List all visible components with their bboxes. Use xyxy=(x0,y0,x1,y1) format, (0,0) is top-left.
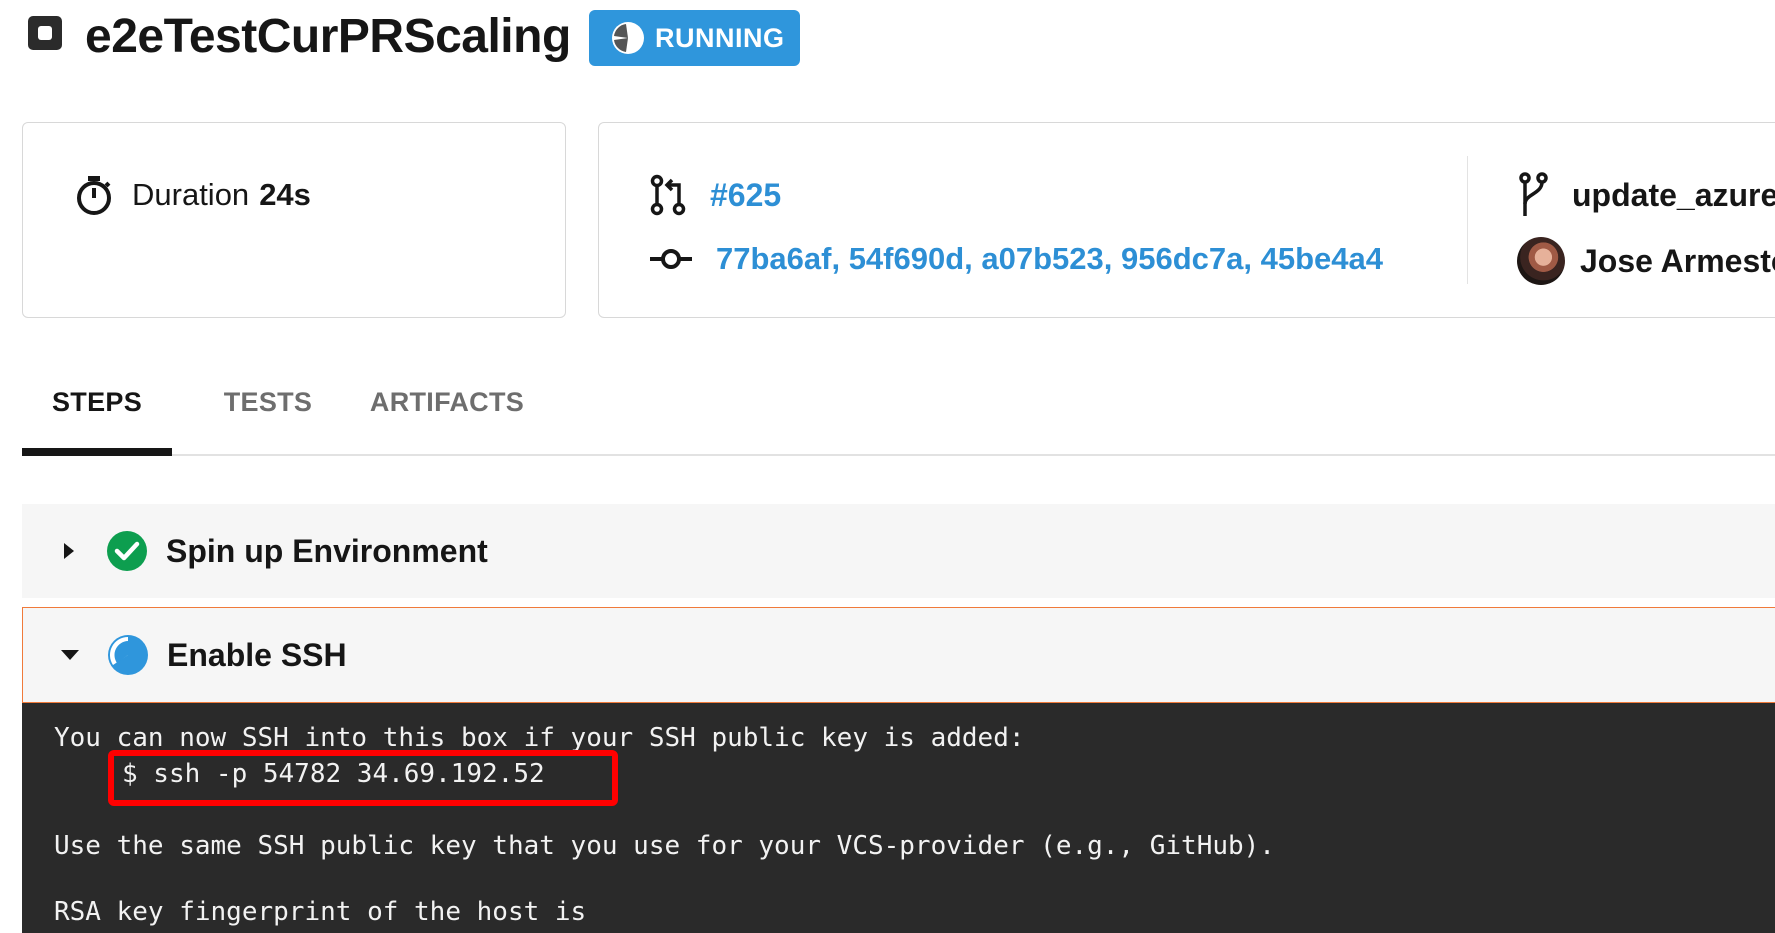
author-row: Jose Armesto xyxy=(1517,236,1775,286)
status-badge: RUNNING xyxy=(589,10,800,66)
status-label: RUNNING xyxy=(655,22,785,53)
annotation-highlight-box xyxy=(108,750,618,806)
running-pie-icon xyxy=(612,22,644,54)
vcs-divider xyxy=(1467,156,1468,284)
pull-request-link[interactable]: #625 xyxy=(710,177,781,214)
terminal-line: Use the same SSH public key that you use… xyxy=(54,831,1275,861)
commits-row: 77ba6af, 54f690d, a07b523, 956dc7a, 45be… xyxy=(650,236,1383,282)
branch-name[interactable]: update_azure xyxy=(1572,177,1775,214)
step-spin-up-environment[interactable]: Spin up Environment xyxy=(22,504,1775,598)
success-check-icon xyxy=(107,531,147,571)
job-icon xyxy=(28,16,62,50)
tab-bar: STEPS TESTS ARTIFACTS xyxy=(22,372,1775,456)
commit-icon xyxy=(650,249,692,269)
duration-row: Duration 24s xyxy=(74,172,311,218)
duration-label: Duration xyxy=(132,177,250,212)
branch-icon xyxy=(1519,172,1548,216)
tab-steps[interactable]: STEPS xyxy=(22,372,172,456)
step-output-terminal: You can now SSH into this box if your SS… xyxy=(22,703,1775,933)
stopwatch-icon xyxy=(77,176,111,215)
step-name: Enable SSH xyxy=(167,636,347,673)
terminal-line: RSA key fingerprint of the host is xyxy=(54,897,587,927)
duration-card xyxy=(22,122,566,318)
running-step-icon xyxy=(108,635,148,675)
chevron-down-icon[interactable] xyxy=(59,644,81,666)
tab-artifacts[interactable]: ARTIFACTS xyxy=(352,372,542,454)
author-name: Jose Armesto xyxy=(1580,242,1775,279)
job-title: e2eTestCurPRScaling xyxy=(85,10,571,63)
pull-request-row[interactable]: #625 xyxy=(650,172,781,218)
duration-value: 24s xyxy=(259,177,311,212)
avatar xyxy=(1517,237,1565,285)
step-name: Spin up Environment xyxy=(166,532,488,569)
chevron-right-icon[interactable] xyxy=(58,540,80,562)
tab-tests[interactable]: TESTS xyxy=(202,372,334,454)
vcs-card xyxy=(598,122,1775,318)
step-enable-ssh[interactable]: Enable SSH xyxy=(22,607,1775,703)
commit-links[interactable]: 77ba6af, 54f690d, a07b523, 956dc7a, 45be… xyxy=(716,241,1383,277)
pull-request-icon xyxy=(650,174,686,216)
branch-row: update_azure xyxy=(1518,172,1775,218)
